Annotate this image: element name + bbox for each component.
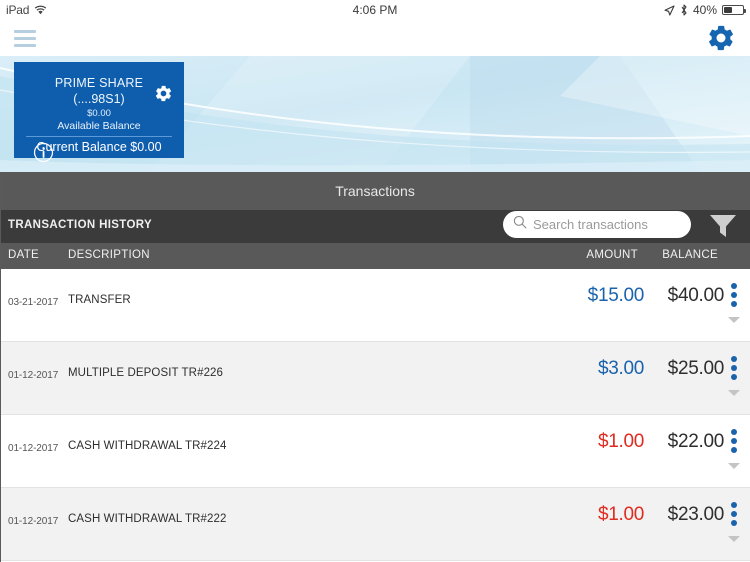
- transaction-list: 03-21-2017 TRANSFER $15.00 $40.00 01-12-…: [0, 269, 750, 561]
- search-icon: [513, 215, 527, 234]
- bluetooth-icon: [680, 4, 688, 16]
- gear-icon[interactable]: [706, 23, 736, 58]
- page-title: Transactions: [335, 183, 415, 199]
- column-header-amount: AMOUNT: [586, 249, 638, 261]
- table-row[interactable]: 01-12-2017 CASH WITHDRAWAL TR#224 $1.00 …: [0, 415, 750, 488]
- more-vertical-icon[interactable]: [726, 502, 742, 526]
- chevron-down-icon[interactable]: [727, 457, 741, 475]
- transaction-description: CASH WITHDRAWAL TR#222: [68, 513, 227, 525]
- transaction-date: 03-21-2017: [8, 297, 59, 308]
- transactions-title-bar: Transactions: [0, 172, 750, 210]
- transaction-amount: $3.00: [597, 358, 644, 379]
- transaction-balance: $23.00: [667, 504, 725, 525]
- location-arrow-icon: [664, 4, 675, 16]
- transaction-balance: $40.00: [667, 285, 725, 306]
- transaction-amount: $15.00: [587, 285, 645, 306]
- transaction-balance: $25.00: [667, 358, 725, 379]
- transaction-date: 01-12-2017: [8, 516, 59, 527]
- chevron-down-icon[interactable]: [727, 384, 741, 402]
- hamburger-menu-icon[interactable]: [14, 28, 36, 48]
- more-vertical-icon[interactable]: [726, 356, 742, 380]
- transaction-balance: $22.00: [667, 431, 725, 452]
- chevron-down-icon[interactable]: [727, 311, 741, 329]
- filter-funnel-icon[interactable]: [708, 213, 738, 244]
- column-header-date: DATE: [8, 249, 40, 261]
- transaction-date: 01-12-2017: [8, 370, 59, 381]
- status-bar-clock: 4:06 PM: [352, 3, 398, 17]
- battery-icon: [722, 5, 746, 15]
- transaction-history-label: TRANSACTION HISTORY: [8, 219, 153, 231]
- transaction-description: MULTIPLE DEPOSIT TR#226: [68, 367, 224, 379]
- more-vertical-icon[interactable]: [726, 429, 742, 453]
- app-nav-bar: [0, 20, 750, 56]
- app-screen: iPad 4:06 PM 40% PRIME SHARE (....98S1) …: [0, 0, 750, 562]
- account-card[interactable]: PRIME SHARE (....98S1) $0.00 Available B…: [14, 62, 184, 163]
- content-left-border: [0, 172, 1, 562]
- current-balance-label: Current Balance $0.00: [36, 140, 162, 154]
- table-row[interactable]: 01-12-2017 CASH WITHDRAWAL TR#222 $1.00 …: [0, 488, 750, 561]
- table-row[interactable]: 01-12-2017 MULTIPLE DEPOSIT TR#226 $3.00…: [0, 342, 750, 415]
- transaction-description: TRANSFER: [68, 294, 131, 306]
- account-number: (....98S1): [73, 92, 125, 106]
- available-balance-amount: $0.00: [87, 108, 111, 119]
- search-box[interactable]: [503, 211, 691, 238]
- transaction-description: CASH WITHDRAWAL TR#224: [68, 440, 227, 452]
- column-header-balance: BALANCE: [662, 249, 718, 261]
- transaction-column-headers: DATE DESCRIPTION AMOUNT BALANCE: [0, 243, 750, 269]
- chevron-down-icon[interactable]: [727, 530, 741, 548]
- available-balance-label: Available Balance: [57, 120, 141, 132]
- battery-percent-label: 40%: [692, 3, 717, 17]
- more-vertical-icon[interactable]: [726, 283, 742, 307]
- transaction-amount: $1.00: [597, 431, 644, 452]
- transaction-date: 01-12-2017: [8, 443, 59, 454]
- transaction-amount: $1.00: [597, 504, 644, 525]
- card-divider: [26, 136, 172, 137]
- search-input[interactable]: [533, 217, 683, 232]
- status-bar-right: 40%: [664, 3, 746, 17]
- ios-status-bar: iPad 4:06 PM 40%: [0, 0, 750, 20]
- table-row[interactable]: 03-21-2017 TRANSFER $15.00 $40.00: [0, 269, 750, 342]
- account-name: PRIME SHARE: [54, 76, 144, 90]
- column-header-description: DESCRIPTION: [68, 249, 150, 261]
